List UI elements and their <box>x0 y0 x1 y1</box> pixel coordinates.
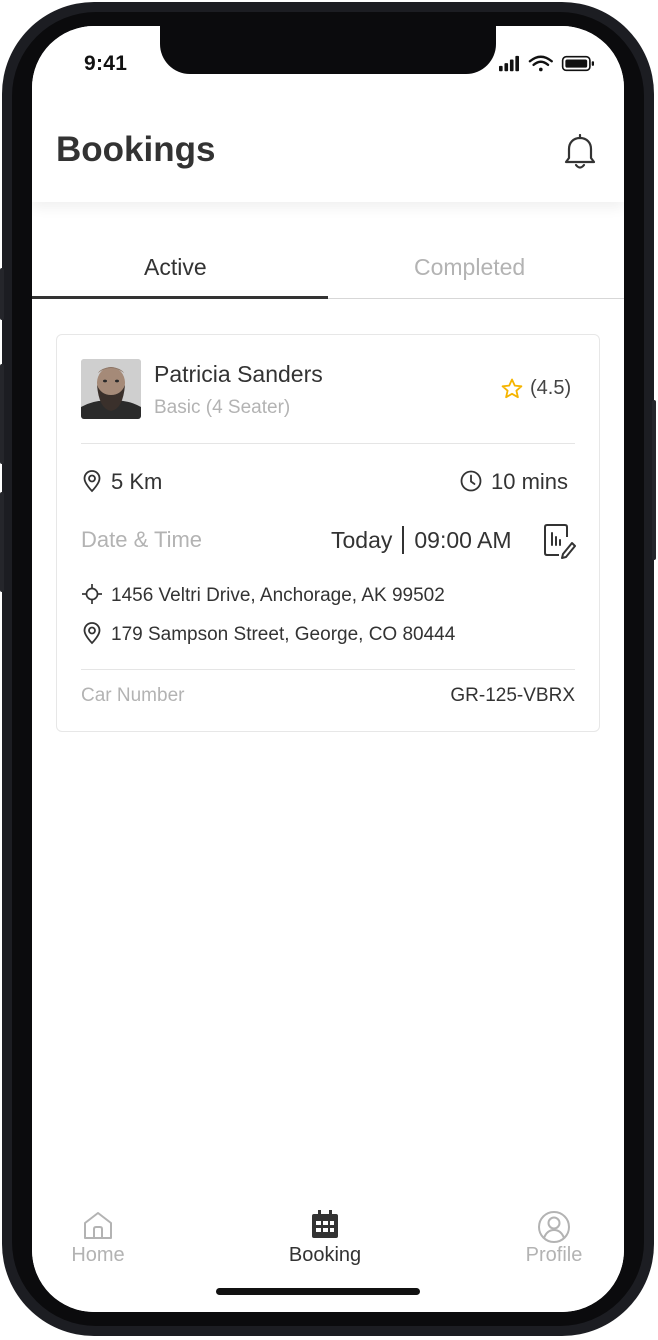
home-icon <box>84 1212 112 1239</box>
location-pin-icon <box>83 470 101 493</box>
silent-switch <box>0 268 4 320</box>
booking-card[interactable]: Patricia Sanders Basic (4 Seater) (4.5) … <box>56 334 600 732</box>
crosshair-icon <box>82 584 102 604</box>
distance-info: 5 Km <box>81 469 162 495</box>
car-number-label: Car Number <box>81 685 185 706</box>
wifi-icon <box>528 55 553 72</box>
duration-value: 10 mins <box>491 469 569 494</box>
nav-label-home: Home <box>71 1244 125 1266</box>
card-divider <box>81 669 575 670</box>
booking-tabs: Active Completed <box>32 238 624 299</box>
volume-down-button <box>0 492 4 592</box>
card-divider <box>81 443 575 444</box>
nav-item-profile[interactable]: Profile <box>494 1210 614 1290</box>
tab-active[interactable]: Active <box>144 254 207 281</box>
duration-info: 10 mins <box>459 469 568 495</box>
booking-time: 09:00 AM <box>414 527 512 553</box>
profile-icon <box>538 1211 570 1243</box>
status-time: 9:41 <box>84 52 128 75</box>
distance-value: 5 Km <box>111 469 163 494</box>
app-screen: 9:41 Bookings Active Completed Patricia … <box>32 26 624 1312</box>
volume-up-button <box>0 364 4 464</box>
phone-frame: 9:41 Bookings Active Completed Patricia … <box>0 2 656 1336</box>
date-time-label: Date & Time <box>81 527 203 552</box>
edit-schedule-icon[interactable] <box>543 523 577 559</box>
clock-icon <box>460 470 482 492</box>
device-notch <box>160 26 496 74</box>
date-time-value: Today 09:00 AM <box>331 525 512 556</box>
vehicle-type: Basic (4 Seater) <box>154 397 291 418</box>
battery-icon <box>561 55 594 72</box>
pickup-address-text: 1456 Veltri Drive, Anchorage, AK 99502 <box>111 585 445 607</box>
home-indicator <box>216 1288 420 1295</box>
driver-name: Patricia Sanders <box>154 361 323 387</box>
date-time-separator <box>402 525 405 554</box>
notification-bell-icon[interactable] <box>562 134 598 172</box>
calendar-icon <box>312 1210 338 1238</box>
nav-label-booking: Booking <box>288 1244 362 1266</box>
tab-completed[interactable]: Completed <box>414 254 525 281</box>
bottom-navigation: Home Booking Profile <box>32 1202 624 1312</box>
status-icons <box>499 55 594 72</box>
driver-avatar <box>81 359 141 419</box>
page-title: Bookings <box>56 130 216 169</box>
rating-value: (4.5) <box>530 377 572 399</box>
pickup-address: 1456 Veltri Drive, Anchorage, AK 99502 <box>81 584 445 607</box>
power-button <box>652 400 656 560</box>
car-number-value: GR-125-VBRX <box>450 685 575 706</box>
star-icon <box>501 378 523 399</box>
nav-item-home[interactable]: Home <box>38 1210 158 1290</box>
dropoff-address-text: 179 Sampson Street, George, CO 80444 <box>111 624 456 646</box>
nav-label-profile: Profile <box>525 1244 583 1266</box>
dropoff-address: 179 Sampson Street, George, CO 80444 <box>81 622 456 647</box>
booking-date: Today <box>331 527 393 553</box>
nav-item-booking[interactable]: Booking <box>265 1210 385 1290</box>
location-pin-icon <box>83 622 101 645</box>
cellular-signal-icon <box>499 55 519 72</box>
active-tab-indicator <box>32 296 328 299</box>
